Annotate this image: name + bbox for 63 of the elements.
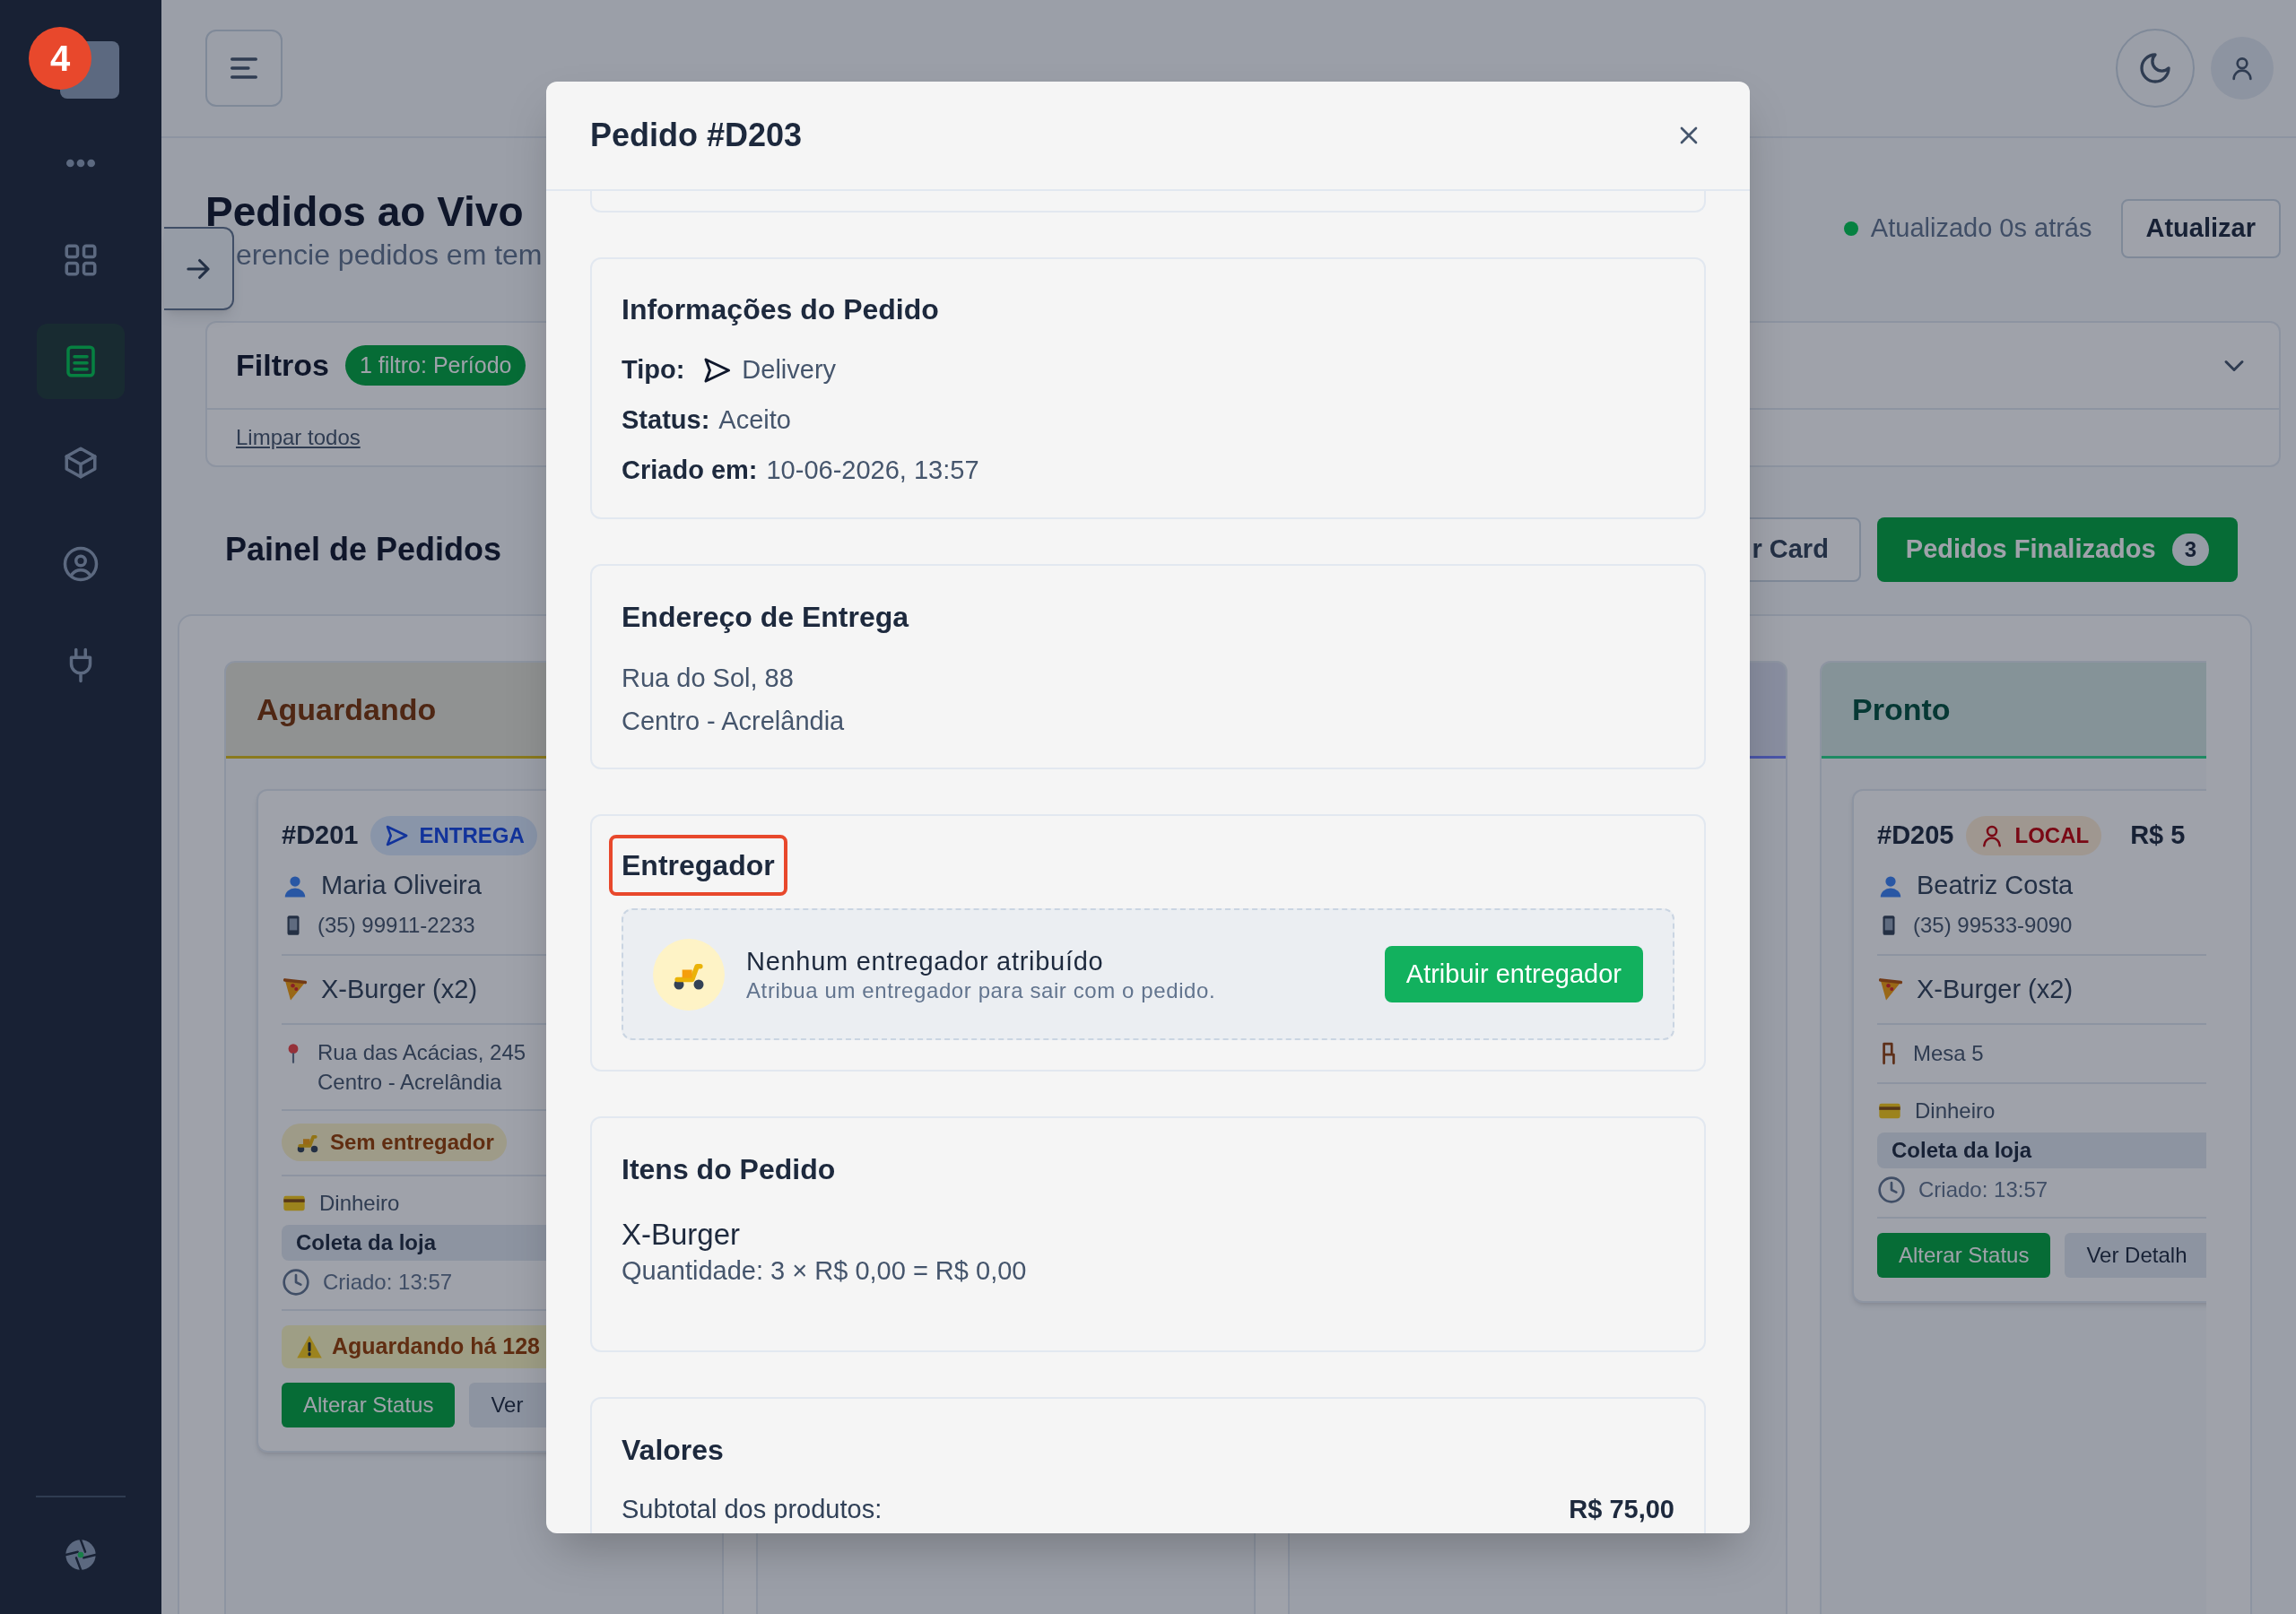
address-line: Centro - Acrelândia	[317, 1069, 503, 1096]
section-title: Informações do Pedido	[622, 292, 940, 327]
courier-status-badge: Sem entregador	[282, 1124, 507, 1161]
theme-toggle-button[interactable]	[2116, 29, 2195, 108]
sidebar-item[interactable]	[37, 324, 125, 399]
column-title: Pronto	[1852, 690, 1951, 728]
value-amount: R$ 75,00	[1569, 1494, 1674, 1525]
user-circle-icon	[62, 545, 100, 583]
page-subtitle: erencie pedidos em tem	[235, 238, 543, 273]
customer-phone: (35) 99911-2233	[317, 911, 475, 939]
field-value: 10-06-2026, 13:57	[766, 455, 979, 487]
assign-courier-button[interactable]: Atribuir entregador	[1384, 946, 1643, 1002]
address-line: Centro - Acrelândia	[622, 706, 846, 737]
section-title: Itens do Pedido	[622, 1152, 837, 1187]
order-price: R$ 5	[2130, 820, 2186, 852]
details-button[interactable]: Ver Detalh	[2065, 1233, 2206, 1278]
order-item: X-Burger (x2)	[1917, 973, 2074, 1005]
order-type-badge: LOCAL	[1966, 816, 2102, 855]
created-time: Criado: 13:57	[323, 1269, 453, 1296]
dialog-title: Pedido #D203	[590, 116, 803, 155]
customer-name: Beatriz Costa	[1917, 870, 2074, 901]
created-time: Criado: 13:57	[1918, 1176, 2048, 1203]
clock-icon	[1877, 1176, 1906, 1204]
customer-phone: (35) 99533-9090	[1913, 911, 2073, 939]
moon-icon	[2137, 50, 2173, 86]
order-type-badge: ENTREGA	[370, 816, 537, 855]
menu-button[interactable]	[205, 30, 283, 107]
order-number: #D201	[282, 820, 359, 852]
filter-badge: 1 filtro: Período	[344, 344, 526, 386]
button-label: Pedidos Finalizados	[1905, 534, 2156, 566]
pickup-label: Coleta da loja	[1877, 1132, 2206, 1168]
address-line: Rua do Sol, 88	[622, 663, 795, 694]
section-title: Valores	[622, 1433, 725, 1468]
refresh-button[interactable]: Atualizar	[2120, 199, 2281, 258]
order-item: X-Burger (x2)	[321, 973, 478, 1005]
section-title: Entregador	[609, 835, 787, 896]
payment-method: Dinheiro	[319, 1190, 400, 1217]
value-label: Subtotal dos produtos:	[622, 1494, 883, 1525]
payment-method: Dinheiro	[1915, 1098, 1996, 1124]
field-label: Status:	[622, 404, 710, 437]
expand-sidebar-button[interactable]	[164, 227, 234, 310]
empty-description: Atribua um entregador para sair com o pedido.	[746, 976, 1217, 1004]
field-label: Criado em:	[622, 455, 758, 487]
aperture-icon[interactable]	[63, 1537, 99, 1573]
order-number: #D205	[1877, 820, 1954, 852]
field-value: Delivery	[742, 354, 837, 386]
clear-filters-link[interactable]: Limpar todos	[236, 421, 361, 454]
finished-orders-button[interactable]: Pedidos Finalizados 3	[1876, 517, 2238, 582]
table-number: Mesa 5	[1913, 1040, 1984, 1067]
page-title: Pedidos ao Vivo	[205, 188, 525, 235]
count-badge: 3	[2171, 534, 2209, 566]
empty-title: Nenhum entregador atribuído	[746, 945, 1105, 977]
field-value: Aceito	[718, 404, 791, 437]
customer-name: Maria Oliveira	[321, 870, 482, 901]
field-label: Tipo:	[622, 354, 685, 386]
section-title: Endereço de Entrega	[622, 600, 910, 635]
update-status: Atualizado 0s atrás	[1870, 213, 2092, 245]
address-line: Rua das Acácias, 245	[317, 1039, 526, 1066]
warning-icon	[296, 1333, 323, 1360]
column-title: Aguardando	[257, 690, 437, 728]
board-title: Painel de Pedidos	[225, 530, 502, 569]
clock-icon	[282, 1268, 310, 1297]
filter-title: Filtros	[236, 347, 329, 384]
